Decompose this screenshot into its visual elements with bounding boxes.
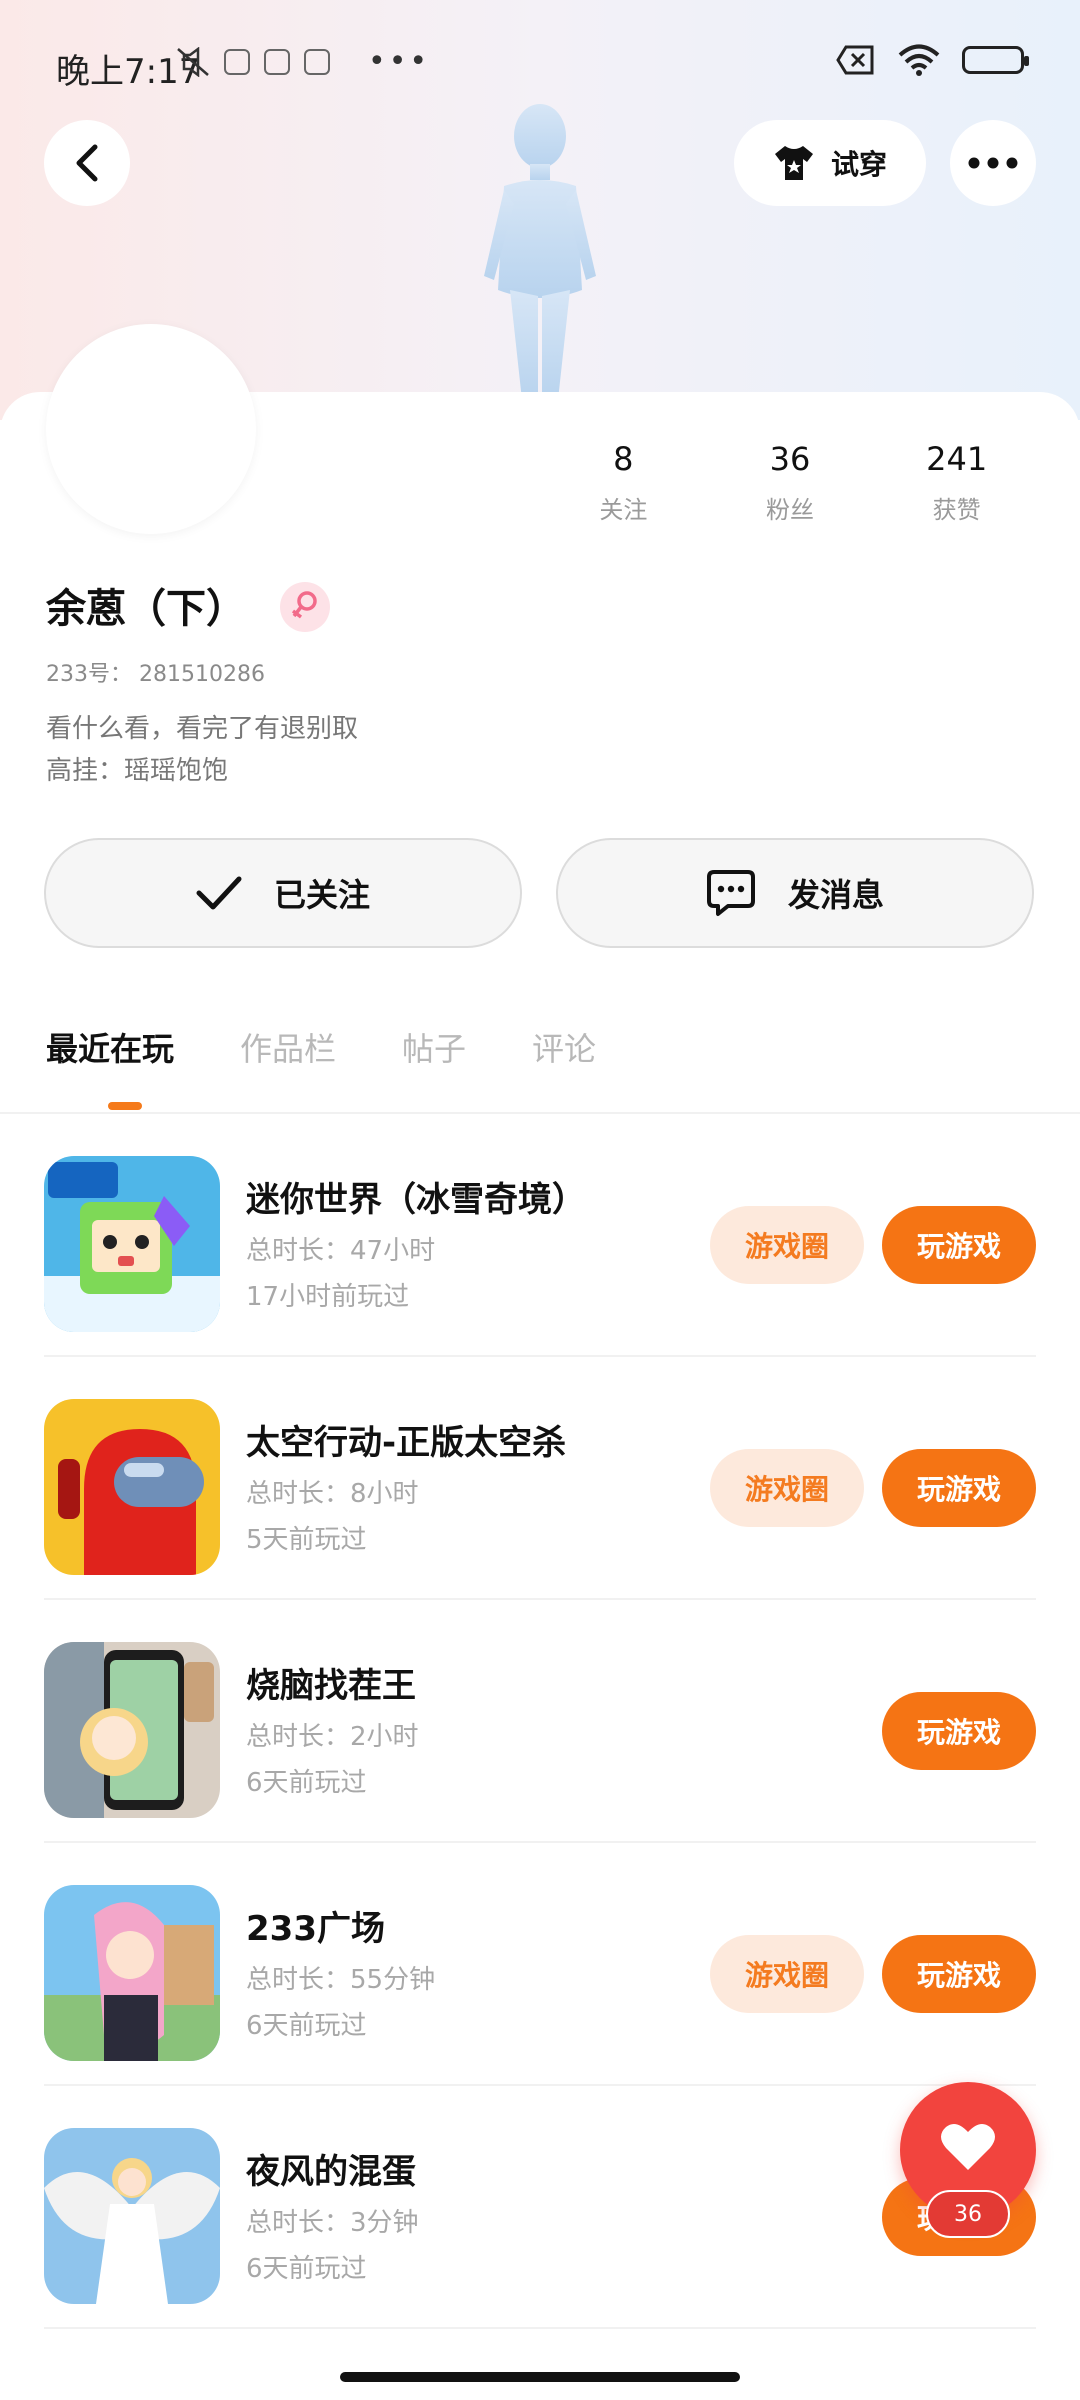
user-id-value: 281510286: [139, 662, 265, 687]
profile-stats: 8 关注 36 粉丝 241 获赞: [540, 440, 1040, 525]
game-circle-button[interactable]: 游戏圈: [710, 1935, 864, 2013]
game-circle-button[interactable]: 游戏圈: [710, 1206, 864, 1284]
more-notifications-icon: •••: [368, 44, 431, 79]
avatar[interactable]: [46, 324, 256, 534]
game-duration: 总时长：8小时: [246, 1479, 419, 1509]
play-game-button[interactable]: 玩游戏: [882, 1692, 1036, 1770]
game-row[interactable]: 烧脑找茬王 总时长：2小时 6天前玩过 玩游戏: [0, 1600, 1080, 1843]
status-notification-icons: •••: [176, 44, 430, 79]
user-id-label: 233号：: [46, 662, 132, 687]
heart-icon: [941, 2123, 995, 2170]
tab-comments[interactable]: 评论: [532, 1024, 596, 1070]
bio-line: 高挂：瑶瑶饱饱: [46, 756, 229, 786]
more-options-button[interactable]: [950, 120, 1036, 206]
followers-stat[interactable]: 36 粉丝: [707, 440, 874, 525]
female-gender-icon: [280, 582, 330, 632]
game-circle-button[interactable]: 游戏圈: [710, 1449, 864, 1527]
game-name: 233广场: [246, 1909, 385, 1949]
play-game-button[interactable]: 玩游戏: [882, 1449, 1036, 1527]
mute-icon: [177, 46, 209, 77]
game-duration: 总时长：2小时: [246, 1722, 419, 1752]
game-name: 烧脑找茬王: [246, 1666, 416, 1706]
game-last-played: 6天前玩过: [246, 2011, 367, 2041]
plaza-game-icon[interactable]: [44, 1885, 220, 2061]
game-last-played: 6天前玩过: [246, 2254, 367, 2284]
profile-tabs: 最近在玩 作品栏 帖子 评论: [46, 1024, 596, 1070]
wifi-icon: [898, 44, 940, 76]
followers-label: 粉丝: [766, 496, 814, 524]
game-row[interactable]: 太空行动-正版太空杀 总时长：8小时 5天前玩过 游戏圈 玩游戏: [0, 1357, 1080, 1600]
try-on-button[interactable]: 试穿: [734, 120, 926, 206]
following-button-label: 已关注: [273, 876, 370, 914]
game-row[interactable]: 迷你世界（冰雪奇境） 总时长：47小时 17小时前玩过 游戏圈 玩游戏: [0, 1114, 1080, 1357]
game-last-played: 6天前玩过: [246, 1768, 367, 1798]
app-notification-icon: [224, 48, 250, 75]
try-on-label: 试穿: [830, 148, 887, 181]
following-count: 8: [613, 440, 634, 478]
following-stat[interactable]: 8 关注: [540, 440, 707, 525]
game-duration: 总时长：47小时: [246, 1236, 436, 1266]
game-row[interactable]: 233广场 总时长：55分钟 6天前玩过 游戏圈 玩游戏: [0, 1843, 1080, 2086]
row-divider: [44, 2327, 1036, 2329]
game-last-played: 5天前玩过: [246, 1525, 367, 1555]
play-game-button[interactable]: 玩游戏: [882, 1206, 1036, 1284]
status-bar: 晚上7:17 •••: [0, 0, 1080, 120]
tshirt-icon: [774, 146, 813, 180]
profile-bio: 看什么看，看完了有退别取 高挂：瑶瑶饱饱: [46, 708, 358, 792]
home-indicator[interactable]: [340, 2372, 740, 2382]
checkmark-icon: [196, 876, 242, 910]
send-message-label: 发消息: [787, 876, 884, 914]
avatar-3d-figure: [484, 104, 596, 400]
game-duration: 总时长：3分钟: [246, 2208, 419, 2238]
likes-count: 241: [926, 440, 988, 478]
following-label: 关注: [599, 496, 648, 524]
likes-label: 获赞: [932, 496, 981, 524]
angel-game-icon[interactable]: [44, 2128, 220, 2304]
likes-stat[interactable]: 241 获赞: [873, 440, 1040, 525]
send-message-button[interactable]: 发消息: [556, 838, 1034, 948]
back-button[interactable]: [44, 120, 130, 206]
battery-icon: [962, 46, 1029, 74]
following-button[interactable]: 已关注: [44, 838, 522, 948]
app-notification-icon: [304, 48, 330, 75]
active-tab-indicator: [108, 1102, 142, 1110]
sim-off-icon: [836, 45, 874, 75]
mini-world-game-icon[interactable]: [44, 1156, 220, 1332]
tab-recently-played[interactable]: 最近在玩: [46, 1024, 174, 1070]
game-name: 夜风的混蛋: [246, 2152, 416, 2192]
user-id: 233号： 281510286: [46, 656, 265, 688]
profile-name: 余蒽（下）: [46, 586, 246, 632]
game-last-played: 17小时前玩过: [246, 1282, 410, 1312]
like-count-badge: 36: [926, 2190, 1010, 2238]
play-game-button[interactable]: 玩游戏: [882, 1935, 1036, 2013]
brain-game-icon[interactable]: [44, 1642, 220, 1818]
more-dots-icon: [968, 157, 1018, 169]
followers-count: 36: [769, 440, 811, 478]
space-action-game-icon[interactable]: [44, 1399, 220, 1575]
chat-bubble-icon: [706, 870, 755, 916]
bio-line: 看什么看，看完了有退别取: [46, 714, 359, 744]
tab-posts[interactable]: 帖子: [402, 1024, 466, 1070]
tab-works[interactable]: 作品栏: [240, 1024, 336, 1070]
game-duration: 总时长：55分钟: [246, 1965, 436, 1995]
game-name: 迷你世界（冰雪奇境）: [246, 1180, 586, 1220]
chevron-left-icon: [76, 144, 98, 182]
app-notification-icon: [264, 48, 290, 75]
status-system-icons: [836, 44, 1029, 76]
game-name: 太空行动-正版太空杀: [246, 1423, 567, 1463]
